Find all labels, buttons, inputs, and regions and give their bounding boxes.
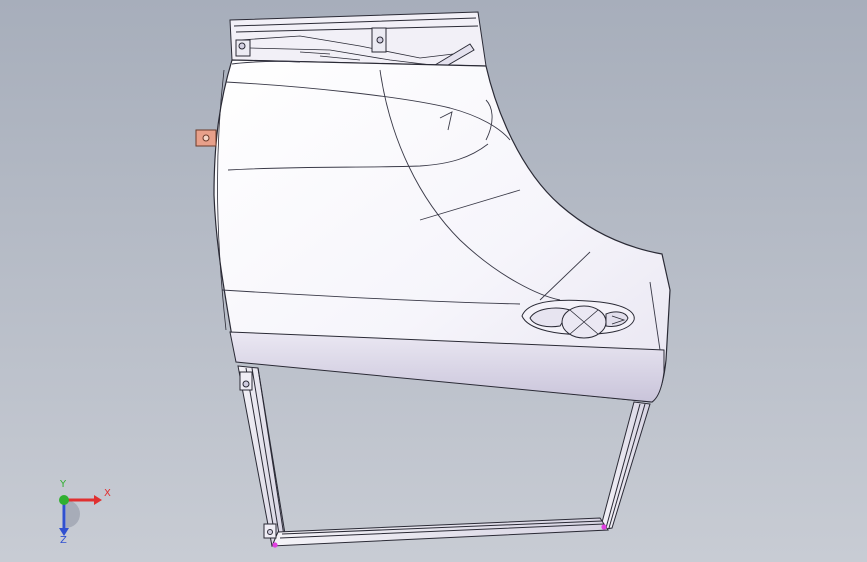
corner-marker-right bbox=[601, 524, 607, 530]
hinge-clip bbox=[195, 129, 217, 147]
door-model-view[interactable] bbox=[0, 0, 867, 562]
frame-bolt-top bbox=[242, 380, 250, 388]
triad-y-label: Y bbox=[60, 479, 67, 490]
coordinate-triad: X Y Z bbox=[44, 480, 114, 550]
corner-marker-left bbox=[272, 542, 278, 548]
frame-bolt-bottom bbox=[267, 529, 273, 535]
cad-viewport[interactable]: X Y Z bbox=[0, 0, 867, 562]
triad-x-label: X bbox=[104, 488, 111, 499]
triad-z-label: Z bbox=[60, 535, 67, 546]
